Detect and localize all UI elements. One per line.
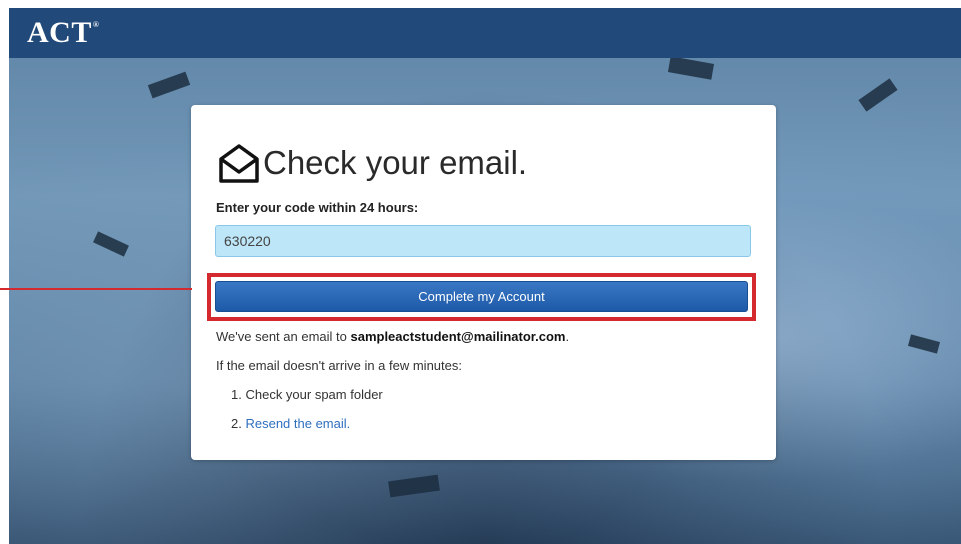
title-row: Check your email. bbox=[217, 141, 527, 185]
not-arrive-message: If the email doesn't arrive in a few min… bbox=[216, 358, 462, 373]
envelope-open-icon bbox=[217, 141, 261, 185]
step-resend: 2. Resend the email. bbox=[231, 416, 351, 431]
verification-card: Check your email. Enter your code within… bbox=[191, 105, 776, 460]
complete-account-button[interactable]: Complete my Account bbox=[215, 281, 748, 312]
verification-code-input[interactable] bbox=[215, 225, 751, 257]
step-check-spam: 1. Check your spam folder bbox=[231, 387, 383, 402]
top-header-bar: ACT® bbox=[9, 8, 961, 58]
resend-email-link[interactable]: Resend the email. bbox=[245, 416, 350, 431]
act-logo[interactable]: ACT® bbox=[27, 16, 99, 50]
page-frame: ACT® Check your email. Enter your code w… bbox=[9, 8, 961, 544]
sent-email-address: sampleactstudent@mailinator.com bbox=[350, 329, 566, 344]
callout-pointer-line bbox=[0, 288, 192, 290]
code-label: Enter your code within 24 hours: bbox=[216, 200, 419, 215]
sent-message: We've sent an email to sampleactstudent@… bbox=[216, 329, 570, 344]
page-title: Check your email. bbox=[263, 144, 528, 181]
